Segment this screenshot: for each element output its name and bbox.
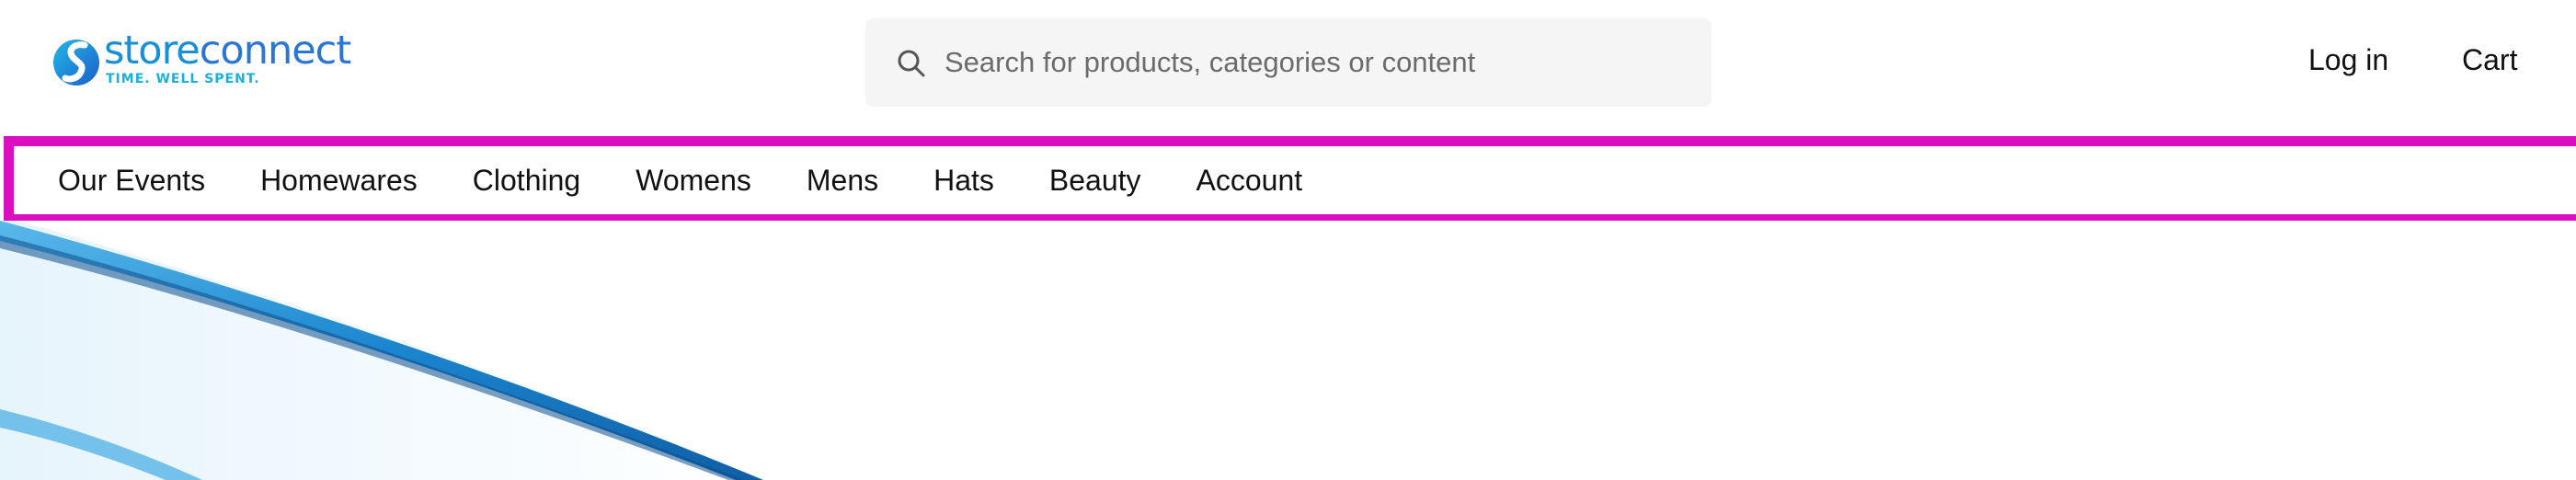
nav-item-our-events[interactable]: Our Events xyxy=(58,166,205,195)
site-header: storeconnect TIME. WELL SPENT. Log in Ca… xyxy=(0,0,2576,129)
nav-item-beauty[interactable]: Beauty xyxy=(1049,166,1141,195)
main-navigation: Our Events Homewares Clothing Womens Men… xyxy=(4,136,2576,224)
search-input[interactable] xyxy=(945,18,1680,107)
page: storeconnect TIME. WELL SPENT. Log in Ca… xyxy=(0,0,2576,480)
logo-mark-icon xyxy=(53,40,99,86)
logo-wordmark: storeconnect xyxy=(104,28,351,74)
nav-item-homewares[interactable]: Homewares xyxy=(260,166,418,195)
nav-item-hats[interactable]: Hats xyxy=(933,166,994,195)
hero-banner xyxy=(0,221,2576,480)
storeconnect-logo[interactable]: storeconnect TIME. WELL SPENT. xyxy=(52,28,351,96)
nav-item-clothing[interactable]: Clothing xyxy=(473,166,580,195)
hero-abstract-waves-image xyxy=(0,221,768,480)
nav-item-womens[interactable]: Womens xyxy=(635,166,751,195)
nav-item-account[interactable]: Account xyxy=(1196,166,1303,195)
logo-word-store: store xyxy=(104,28,200,74)
cart-link[interactable]: Cart xyxy=(2462,45,2517,74)
search-icon xyxy=(898,50,925,77)
logo-word-connect: connect xyxy=(199,28,351,74)
nav-items: Our Events Homewares Clothing Womens Men… xyxy=(58,146,1357,214)
logo-tagline: TIME. WELL SPENT. xyxy=(106,72,260,86)
nav-item-mens[interactable]: Mens xyxy=(807,166,878,195)
login-link[interactable]: Log in xyxy=(2308,45,2388,74)
search-box[interactable] xyxy=(865,18,1712,107)
